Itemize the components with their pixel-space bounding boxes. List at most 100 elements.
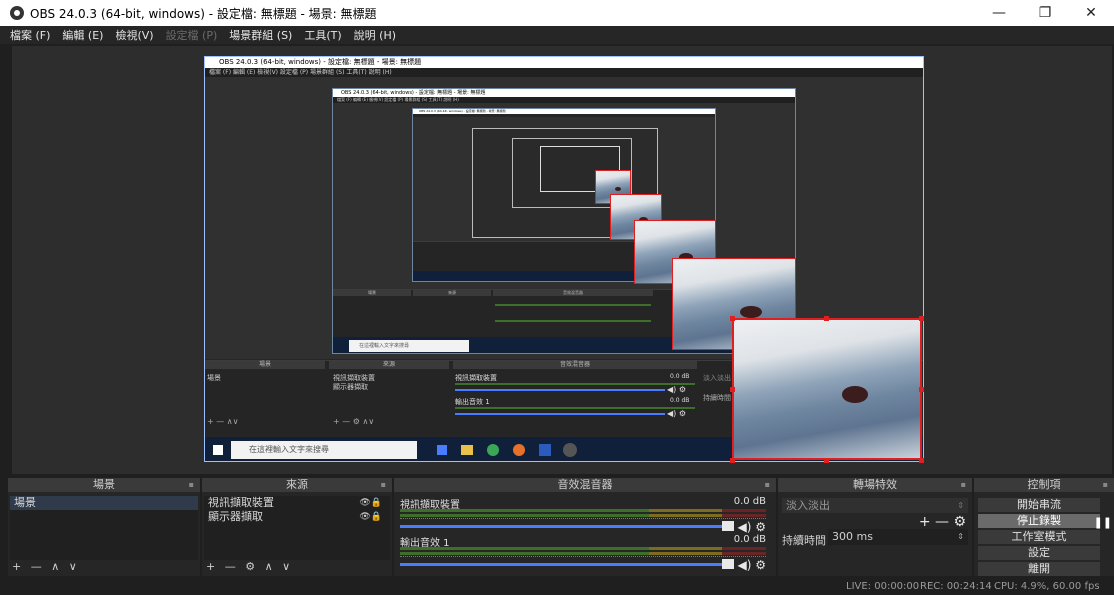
sources-list: 視訊擷取裝置 👁🔒 顯示器擷取 👁🔒 xyxy=(204,496,390,560)
menu-scene-collection[interactable]: 場景群組 (S) xyxy=(229,27,292,43)
nested-sources-header: 來源 xyxy=(329,361,449,369)
source-label: 視訊擷取裝置 xyxy=(208,496,274,509)
resize-handle-top-left[interactable] xyxy=(730,316,735,321)
obs-taskbar-icon xyxy=(563,443,577,457)
window-title: OBS 24.0.3 (64-bit, windows) - 設定檔: 無標題 … xyxy=(30,6,377,21)
stop-recording-button[interactable]: 停止錄製 xyxy=(978,514,1100,528)
audio-mixer-dock: 音效混音器 ▪ 視訊擷取裝置 0.0 dB ◀) ⚙ 輸出音效 1 0.0 dB… xyxy=(394,478,776,576)
nested-sources-tools: + — ⚙ ∧∨ xyxy=(333,417,375,426)
volume-slider[interactable] xyxy=(400,563,722,566)
resize-handle-bottom-right[interactable] xyxy=(919,458,924,463)
volume-meter xyxy=(400,547,766,550)
obs-logo-icon xyxy=(10,6,24,20)
resize-handle-left[interactable] xyxy=(730,387,735,392)
task-view-icon xyxy=(437,445,447,455)
exit-button[interactable]: 離開 xyxy=(978,562,1100,576)
resize-handle-top-right[interactable] xyxy=(919,316,924,321)
nested-mixer-icons-1: ◀) ⚙ xyxy=(667,385,686,394)
word-icon xyxy=(539,444,551,456)
whale-video-capture-selected[interactable] xyxy=(732,318,922,460)
mute-settings-icons[interactable]: ◀) ⚙ xyxy=(738,520,766,534)
minimize-button[interactable]: — xyxy=(976,0,1022,26)
dock-float-icon[interactable]: ▪ xyxy=(961,478,966,492)
resize-handle-bottom[interactable] xyxy=(824,458,829,463)
nested-meter-2a xyxy=(495,304,651,306)
dock-float-icon[interactable]: ▪ xyxy=(381,478,386,492)
duration-value: 300 ms xyxy=(832,530,873,543)
title-bar: OBS 24.0.3 (64-bit, windows) - 設定檔: 無標題 … xyxy=(0,0,1114,26)
nested-sources-header-2: 來源 xyxy=(413,290,491,296)
nested-mixer-header-2: 音效混音器 xyxy=(493,290,653,296)
whale-eye xyxy=(740,305,763,319)
visibility-lock-icon[interactable]: 👁🔒 xyxy=(359,496,382,510)
dock-float-icon[interactable]: ▪ xyxy=(1103,478,1108,492)
menu-help[interactable]: 說明 (H) xyxy=(354,27,396,43)
menu-tools[interactable]: 工具(T) xyxy=(304,27,341,43)
duration-label: 持續時間 xyxy=(782,534,826,547)
spin-arrows-icon[interactable]: ⇕ xyxy=(957,529,964,545)
controls-dock-header: 控制項 ▪ xyxy=(974,478,1114,492)
transition-select[interactable]: 淡入淡出 ⇕ xyxy=(782,498,968,513)
volume-meter xyxy=(400,509,766,512)
dock-float-icon[interactable]: ▪ xyxy=(765,478,770,492)
nested-slider-1 xyxy=(455,389,665,391)
resize-handle-top[interactable] xyxy=(824,316,829,321)
dock-float-icon[interactable]: ▪ xyxy=(189,478,194,492)
firefox-icon xyxy=(513,444,525,456)
window-controls: — ❐ ✕ xyxy=(976,0,1114,26)
nested-meter-2 xyxy=(455,407,695,409)
scene-item[interactable]: 場景 xyxy=(10,496,198,510)
mute-settings-icons[interactable]: ◀) ⚙ xyxy=(738,558,766,572)
volume-slider[interactable] xyxy=(400,525,722,528)
channel-db: 0.0 dB xyxy=(733,496,766,507)
status-bar: LIVE: 00:00:00 REC: 00:24:14 CPU: 4.9%, … xyxy=(0,578,1114,595)
resize-handle-bottom-left[interactable] xyxy=(730,458,735,463)
source-item-video-capture[interactable]: 視訊擷取裝置 👁🔒 xyxy=(204,496,390,510)
windows-start-icon xyxy=(213,445,223,455)
volume-meter xyxy=(400,552,766,555)
nested-db-1: 0.0 dB xyxy=(670,373,690,380)
channel-db: 0.0 dB xyxy=(733,534,766,545)
nested-scenes-tools: + — ∧∨ xyxy=(207,417,239,426)
sources-toolbar[interactable]: + — ⚙ ∧ ∨ xyxy=(206,560,290,574)
nested-taskbar-search: 在這裡輸入文字來搜尋 xyxy=(231,441,417,459)
duration-spinbox[interactable]: 300 ms ⇕ xyxy=(828,529,968,545)
nested-mixer-icons-2: ◀) ⚙ xyxy=(667,409,686,418)
source-item-display-capture[interactable]: 顯示器擷取 👁🔒 xyxy=(204,510,390,524)
controls-dock: 控制項 ▪ 開始串流 停止錄製 ❚❚ 工作室模式 設定 離開 xyxy=(974,478,1114,576)
nested-scenes-header-2: 場景 xyxy=(333,290,411,296)
nested-title: OBS 24.0.3 (64-bit, windows) - 設定檔: 無標題 … xyxy=(205,57,923,68)
visibility-lock-icon[interactable]: 👁🔒 xyxy=(359,510,382,524)
preview-canvas[interactable]: OBS 24.0.3 (64-bit, windows) - 設定檔: 無標題 … xyxy=(12,46,1112,474)
resize-handle-right[interactable] xyxy=(919,387,924,392)
mixer-dock-header: 音效混音器 ▪ xyxy=(394,478,776,492)
scenes-list: 場景 xyxy=(10,496,198,560)
maximize-button[interactable]: ❐ xyxy=(1022,0,1068,26)
nested-slider-2 xyxy=(455,413,665,415)
nested-channel-2: 輸出音效 1 xyxy=(455,398,490,406)
source-label: 顯示器擷取 xyxy=(208,510,263,523)
menu-profile: 設定檔 (P) xyxy=(165,29,218,42)
menu-edit[interactable]: 編輯 (E) xyxy=(62,27,103,43)
start-streaming-button[interactable]: 開始串流 xyxy=(978,498,1100,512)
transitions-dock-header: 轉場特效 ▪ xyxy=(778,478,972,492)
menu-view[interactable]: 檢視(V) xyxy=(115,27,153,43)
studio-mode-button[interactable]: 工作室模式 xyxy=(978,530,1100,544)
menu-bar: 檔案 (F) 編輯 (E) 檢視(V) 設定檔 (P) 場景群組 (S) 工具(… xyxy=(0,26,1114,44)
nested-mixer-header: 音效混音器 xyxy=(453,361,697,369)
volume-slider-knob[interactable] xyxy=(722,521,734,531)
settings-button[interactable]: 設定 xyxy=(978,546,1100,560)
close-button[interactable]: ✕ xyxy=(1068,0,1114,26)
live-status: LIVE: 00:00:00 xyxy=(846,581,920,592)
transition-toolbar[interactable]: + — ⚙ xyxy=(919,514,966,530)
nested-scenes-header: 場景 xyxy=(205,361,325,369)
pause-recording-icon[interactable]: ❚❚ xyxy=(1094,516,1112,529)
nested-trans-item: 淡入淡出 xyxy=(703,374,731,382)
sources-dock-title: 來源 xyxy=(286,478,308,491)
volume-slider-knob[interactable] xyxy=(722,559,734,569)
sources-dock: 來源 ▪ 視訊擷取裝置 👁🔒 顯示器擷取 👁🔒 + — ⚙ ∧ ∨ xyxy=(202,478,392,576)
controls-dock-title: 控制項 xyxy=(1027,478,1061,491)
nested-source-2: 顯示器擷取 xyxy=(333,383,368,391)
scenes-toolbar[interactable]: + — ∧ ∨ xyxy=(12,560,77,574)
menu-file[interactable]: 檔案 (F) xyxy=(10,27,50,43)
